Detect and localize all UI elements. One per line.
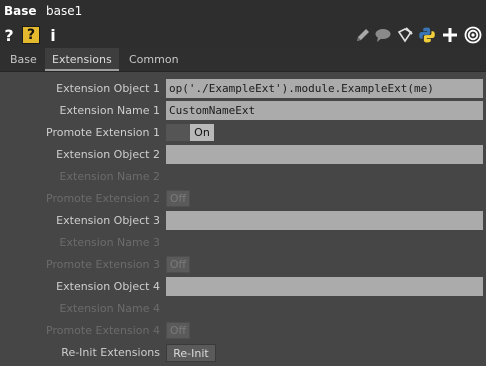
- toggle-state: Off: [166, 190, 190, 207]
- param-extension-name-1: Extension Name 1 CustomNameExt: [0, 101, 486, 121]
- param-label: Promote Extension 3: [46, 258, 160, 271]
- tab-common[interactable]: Common: [122, 48, 186, 71]
- param-label[interactable]: Extension Object 3: [0, 211, 160, 231]
- param-label[interactable]: Promote Extension 1: [0, 123, 160, 143]
- comment-icon[interactable]: [374, 26, 392, 44]
- help-button[interactable]: ?: [2, 25, 16, 45]
- param-promote-extension-3: Promote Extension 3 Off: [0, 255, 486, 275]
- param-label[interactable]: Extension Object 2: [0, 145, 160, 165]
- page-tabs: Base Extensions Common: [0, 48, 486, 72]
- toolbar: ? ? i: [0, 22, 486, 48]
- toggle-state: On: [190, 124, 214, 141]
- param-promote-extension-4: Promote Extension 4 Off: [0, 321, 486, 341]
- param-extension-object-1: Extension Object 1 op('./ExampleExt').mo…: [0, 79, 486, 99]
- param-label: Promote Extension 4: [46, 324, 160, 337]
- target-icon[interactable]: [464, 26, 482, 44]
- reinit-button[interactable]: Re-Init: [166, 344, 216, 362]
- param-label[interactable]: Extension Object 4: [0, 277, 160, 297]
- python-icon[interactable]: [418, 26, 436, 44]
- param-extension-object-4: Extension Object 4: [0, 277, 486, 297]
- param-promote-extension-2: Extension Name 2 Promote Extension 2 Off: [0, 189, 486, 209]
- param-extension-object-2: Extension Object 2: [0, 145, 486, 165]
- param-extension-name-2: Extension Name 2: [0, 167, 486, 187]
- add-icon[interactable]: [441, 26, 459, 44]
- parameter-dialog: Base base1 ? ? i Base Extensions Common …: [0, 0, 486, 366]
- operator-type: Base: [4, 4, 37, 18]
- param-extension-object-3: Extension Object 3: [0, 211, 486, 231]
- param-label: Promote Extension 2: [46, 192, 160, 205]
- operator-name[interactable]: base1: [46, 4, 82, 18]
- toggle-state: Off: [166, 256, 190, 273]
- param-promote-extension-1: Promote Extension 1 On: [0, 123, 486, 143]
- extension-object-4-field[interactable]: [166, 277, 483, 296]
- tab-extensions[interactable]: Extensions: [45, 48, 119, 71]
- extension-name-1-field[interactable]: CustomNameExt: [166, 101, 483, 120]
- extension-object-3-field[interactable]: [166, 211, 483, 230]
- toggle-knob: [166, 124, 190, 141]
- param-label[interactable]: Re-Init Extensions: [0, 343, 160, 363]
- param-label: Extension Name 2: [59, 170, 160, 183]
- title-bar: Base base1: [0, 0, 486, 22]
- param-extension-name-4: Extension Name 4: [0, 299, 486, 319]
- extension-object-2-field[interactable]: [166, 145, 483, 164]
- tab-base[interactable]: Base: [3, 48, 44, 71]
- python-help-button[interactable]: ?: [22, 26, 40, 44]
- pencil-icon[interactable]: [354, 26, 372, 44]
- info-button[interactable]: i: [48, 25, 58, 45]
- param-label: Extension Name 4: [59, 302, 160, 315]
- param-extension-name-3: Extension Name 3: [0, 233, 486, 253]
- param-label[interactable]: Extension Object 1: [0, 79, 160, 99]
- param-label: Extension Name 3: [59, 236, 160, 249]
- edit-docs-icon[interactable]: [396, 26, 414, 44]
- toggle-state: Off: [166, 322, 190, 339]
- param-reinit-extensions: Re-Init Extensions Re-Init: [0, 343, 486, 363]
- extension-object-1-field[interactable]: op('./ExampleExt').module.ExampleExt(me): [166, 79, 483, 98]
- param-label[interactable]: Extension Name 1: [0, 101, 160, 121]
